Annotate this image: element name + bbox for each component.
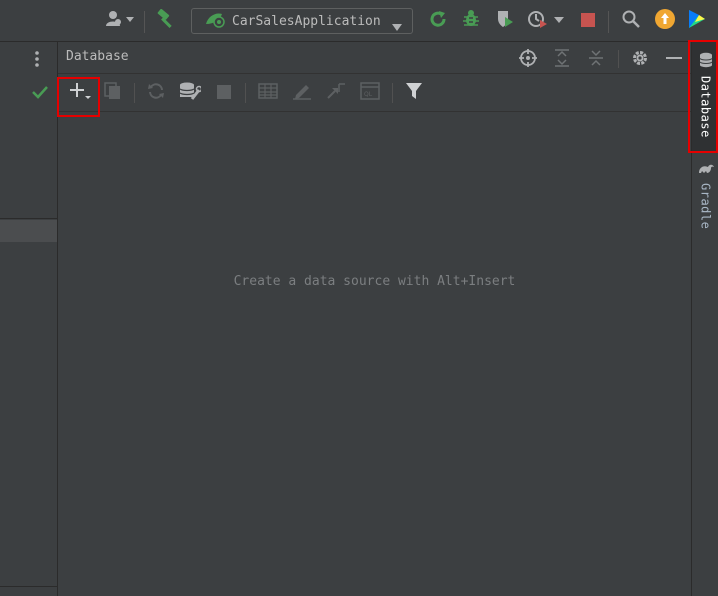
selected-row[interactable] — [0, 220, 57, 242]
edit-source-button[interactable] — [290, 81, 314, 105]
spring-boot-icon — [204, 10, 226, 32]
stop-icon — [217, 84, 231, 103]
minimize-icon[interactable] — [662, 46, 686, 70]
profiler-icon — [527, 9, 567, 33]
database-tool-tab[interactable]: Database — [692, 42, 718, 152]
debug-icon — [461, 9, 481, 33]
toolbar-separator — [144, 11, 145, 33]
toolbar-separator — [134, 83, 135, 103]
refresh-button[interactable] — [144, 81, 168, 105]
build-button[interactable] — [152, 0, 180, 42]
open-table-button[interactable] — [256, 81, 280, 105]
search-everywhere-button[interactable] — [618, 0, 644, 42]
header-separator — [618, 50, 619, 68]
database-panel-header: Database — [58, 42, 691, 74]
table-icon — [258, 83, 278, 103]
panel-divider — [0, 218, 57, 219]
toolbox-button[interactable] — [685, 0, 709, 42]
refresh-icon — [147, 82, 165, 104]
build-hammer-icon — [155, 8, 177, 33]
filter-button[interactable] — [402, 81, 426, 105]
ide-update-button[interactable] — [652, 0, 678, 42]
toolbox-icon — [687, 9, 707, 33]
gradle-tab-label: Gradle — [698, 183, 713, 230]
console-icon: QL — [360, 82, 380, 104]
collapse-all-icon[interactable] — [584, 46, 608, 70]
database-tab-label: Database — [698, 76, 713, 138]
search-icon — [622, 10, 640, 32]
svg-text:QL: QL — [364, 91, 373, 98]
gradle-tool-tab[interactable]: Gradle — [692, 158, 718, 238]
database-tree-area[interactable]: Create a data source with Alt+Insert — [58, 112, 691, 596]
project-panel — [0, 42, 58, 596]
stop-button[interactable] — [576, 0, 600, 42]
jump-icon — [326, 82, 346, 104]
properties-icon — [179, 81, 203, 105]
toolbar-separator — [245, 83, 246, 103]
stop-query-button[interactable] — [212, 81, 236, 105]
gradle-icon — [697, 160, 715, 179]
toolbar-separator — [392, 83, 393, 103]
run-configuration-label: CarSalesApplication — [232, 13, 381, 29]
chevron-down-icon — [392, 17, 402, 36]
more-options-icon[interactable] — [35, 51, 39, 71]
stop-icon — [581, 12, 595, 31]
main-toolbar: CarSalesApplication — [0, 0, 718, 42]
duplicate-button[interactable] — [101, 81, 125, 105]
jump-to-button[interactable] — [324, 81, 348, 105]
panel-divider — [0, 586, 57, 587]
datasource-properties-button[interactable] — [178, 81, 203, 105]
edit-icon — [292, 82, 312, 104]
rerun-button[interactable] — [426, 0, 450, 42]
rerun-icon — [428, 9, 448, 33]
run-configuration-selector[interactable]: CarSalesApplication — [191, 8, 413, 34]
locate-icon[interactable] — [516, 46, 540, 70]
run-with-coverage-button[interactable] — [492, 0, 518, 42]
database-toolbar: QL — [58, 74, 691, 112]
empty-state-message: Create a data source with Alt+Insert — [233, 274, 516, 289]
duplicate-icon — [104, 82, 122, 104]
add-icon — [69, 81, 91, 105]
open-console-button[interactable]: QL — [358, 81, 382, 105]
right-tool-stripe: Database Gradle — [691, 42, 718, 596]
toolbar-separator — [608, 11, 609, 33]
user-vcs-icon — [104, 10, 134, 32]
filter-icon — [405, 82, 423, 104]
coverage-icon — [495, 9, 515, 33]
database-icon — [699, 52, 713, 72]
add-datasource-button[interactable] — [68, 81, 92, 105]
debug-button[interactable] — [458, 0, 484, 42]
update-icon — [655, 9, 675, 33]
checkmark-icon — [32, 84, 48, 103]
expand-all-icon[interactable] — [550, 46, 574, 70]
vcs-user-button[interactable] — [101, 0, 137, 42]
profiler-button[interactable] — [525, 0, 569, 42]
gear-icon[interactable] — [628, 46, 652, 70]
database-panel-title: Database — [66, 49, 129, 64]
